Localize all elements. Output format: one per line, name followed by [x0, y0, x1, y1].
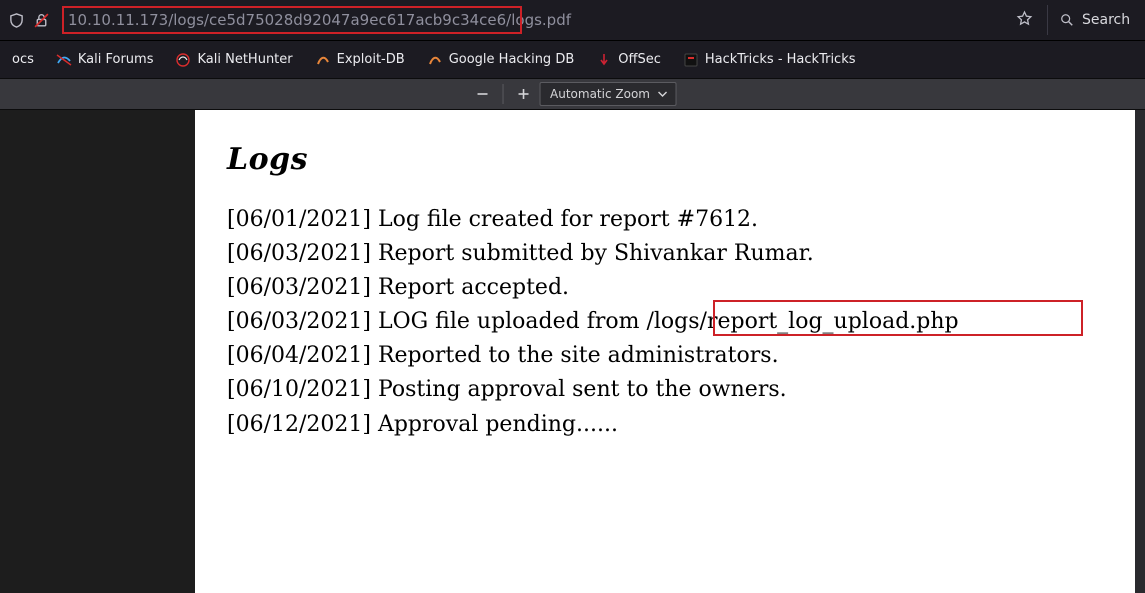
kali-nethunter-icon — [175, 52, 191, 68]
bookmark-kali-forums[interactable]: Kali Forums — [48, 48, 162, 72]
zoom-select-label: Automatic Zoom — [550, 87, 650, 101]
document-title: Logs — [227, 142, 1103, 177]
log-line: [06/04/2021] Reported to the site admini… — [227, 339, 1103, 373]
zoom-select[interactable]: Automatic Zoom — [539, 82, 677, 106]
url-text: 10.10.11.173/logs/ce5d75028d92047a9ec617… — [62, 6, 1002, 34]
bookmark-label: HackTricks - HackTricks — [705, 52, 856, 67]
log-line: [06/01/2021] Log file created for report… — [227, 203, 1103, 237]
pdf-page-container[interactable]: Logs [06/01/2021] Log file created for r… — [195, 110, 1145, 593]
bookmark-label: Kali NetHunter — [197, 52, 292, 67]
url-security-icons — [6, 12, 56, 29]
kali-forums-icon — [56, 52, 72, 68]
exploit-db-icon — [315, 52, 331, 68]
bookmarks-bar: ocs Kali Forums Kali NetHunter Exploit-D… — [0, 41, 1145, 78]
bookmark-exploit-db[interactable]: Exploit-DB — [307, 48, 413, 72]
bookmark-docs[interactable]: ocs — [4, 48, 42, 71]
log-line: [06/03/2021] LOG file uploaded from /log… — [227, 305, 1103, 339]
bookmark-label: Kali Forums — [78, 52, 154, 67]
search-box[interactable]: Search — [1047, 5, 1139, 35]
pdf-viewer-area: Logs [06/01/2021] Log file created for r… — [0, 110, 1145, 593]
hacktricks-icon — [683, 52, 699, 68]
bookmark-label: Google Hacking DB — [449, 52, 575, 67]
url-bar: 10.10.11.173/logs/ce5d75028d92047a9ec617… — [0, 0, 1145, 41]
toolbar-divider — [502, 84, 503, 104]
bookmark-hacktricks[interactable]: HackTricks - HackTricks — [675, 48, 864, 72]
log-line: [06/03/2021] Report submitted by Shivank… — [227, 237, 1103, 271]
pdf-toolbar: Automatic Zoom — [0, 78, 1145, 110]
log-lines: [06/01/2021] Log file created for report… — [227, 203, 1103, 442]
bookmark-google-hacking-db[interactable]: Google Hacking DB — [419, 48, 583, 72]
log-line: [06/10/2021] Posting approval sent to th… — [227, 373, 1103, 407]
search-icon — [1060, 13, 1074, 27]
ghdb-icon — [427, 52, 443, 68]
bookmark-star-icon[interactable] — [1008, 6, 1041, 35]
zoom-in-button[interactable] — [509, 80, 537, 108]
offsec-icon — [596, 52, 612, 68]
pdf-sidebar — [0, 110, 195, 593]
bookmark-kali-nethunter[interactable]: Kali NetHunter — [167, 48, 300, 72]
bookmark-label: OffSec — [618, 52, 661, 67]
bookmark-offsec[interactable]: OffSec — [588, 48, 669, 72]
chevron-down-icon — [658, 89, 668, 99]
shield-icon[interactable] — [8, 12, 25, 29]
url-input[interactable]: 10.10.11.173/logs/ce5d75028d92047a9ec617… — [62, 6, 1002, 34]
search-placeholder: Search — [1082, 12, 1130, 28]
bookmark-label: Exploit-DB — [337, 52, 405, 67]
insecure-lock-icon[interactable] — [33, 12, 50, 29]
log-line: [06/03/2021] Report accepted. — [227, 271, 1103, 305]
log-line: [06/12/2021] Approval pending...... — [227, 408, 1103, 442]
zoom-out-button[interactable] — [468, 80, 496, 108]
bookmark-label: ocs — [12, 52, 34, 67]
pdf-page: Logs [06/01/2021] Log file created for r… — [195, 110, 1135, 593]
